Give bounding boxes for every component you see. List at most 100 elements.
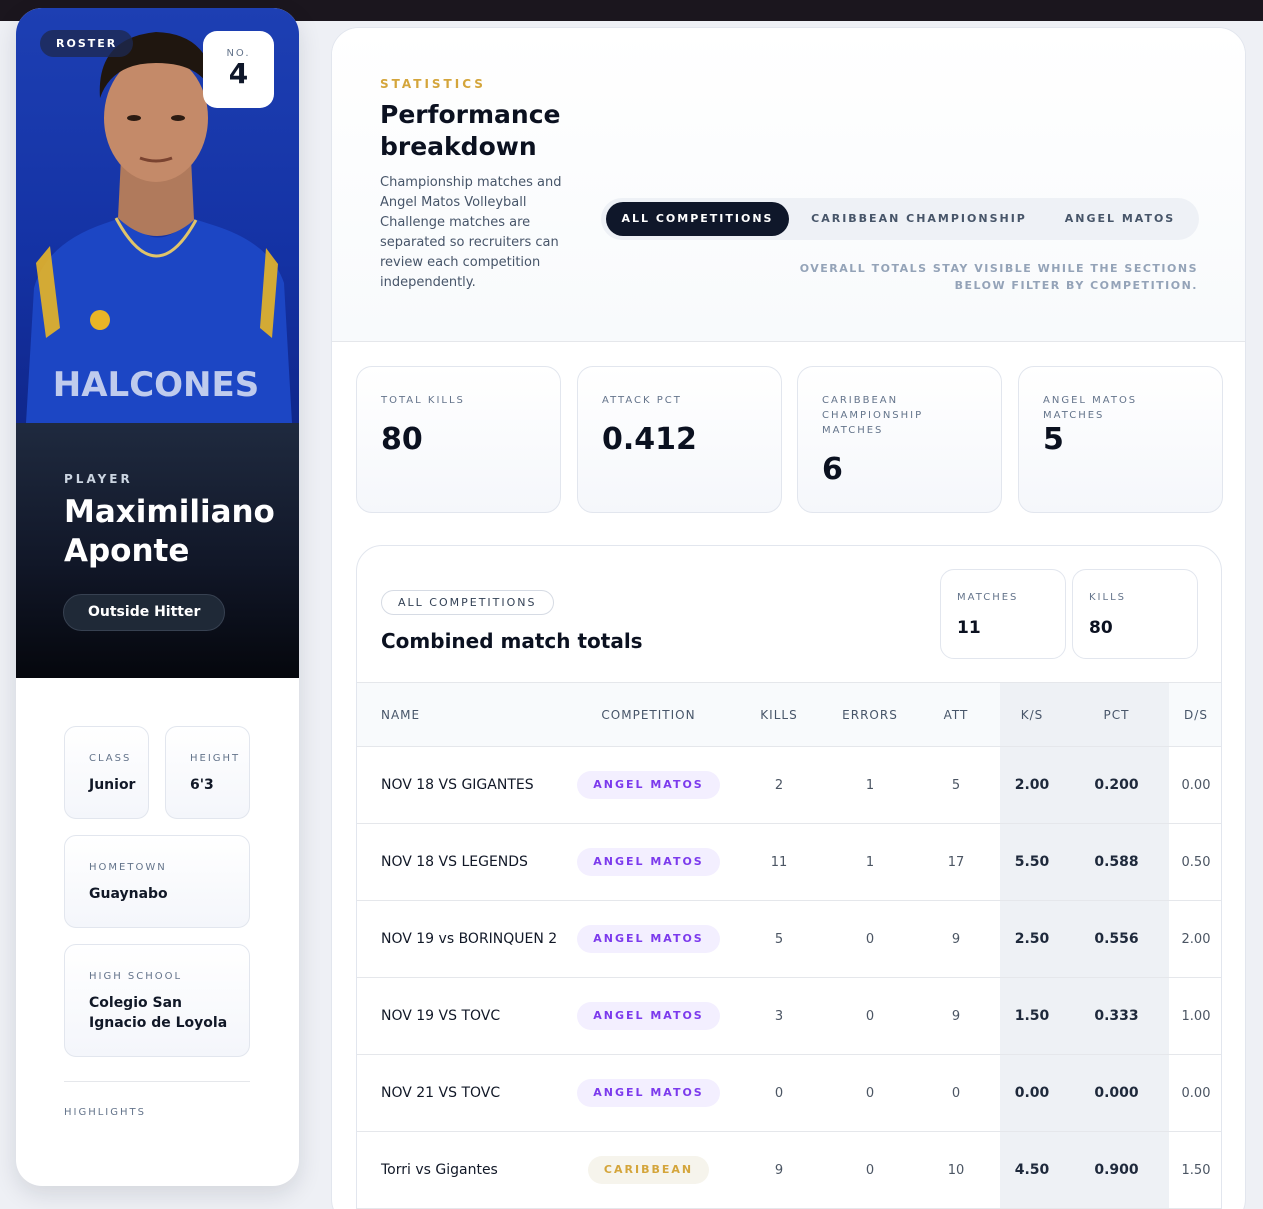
position-pill: Outside Hitter (63, 594, 226, 631)
player-name-block: PLAYER Maximiliano Aponte Outside Hitter (16, 423, 299, 678)
pct-cell: 0.588 (1064, 823, 1169, 901)
ds-cell: 1.50 (1169, 1131, 1221, 1209)
table-row: NOV 19 vs BORINQUEN 2 ANGEL MATOS 5 0 9 … (357, 900, 1221, 978)
tab-angel-matos[interactable]: ANGEL MATOS (1049, 202, 1191, 236)
ks-cell: 4.50 (1000, 1131, 1064, 1209)
stat-card-caribbean-matches: CARIBBEAN CHAMPIONSHIP MATCHES 6 (797, 366, 1002, 513)
high-school-label: HIGH SCHOOL (89, 971, 183, 982)
ds-cell: 0.00 (1169, 1054, 1221, 1132)
tab-note: OVERALL TOTALS STAY VISIBLE WHILE THE SE… (799, 262, 1198, 292)
hometown-value: Guaynabo (89, 886, 168, 902)
competition-badge: ANGEL MATOS (577, 848, 720, 876)
column-header-errors[interactable]: ERRORS (828, 682, 912, 747)
stat-card-attack-pct: ATTACK PCT 0.412 (577, 366, 782, 513)
kills-cell: 0 (730, 1054, 828, 1132)
tab-all-competitions[interactable]: ALL COMPETITIONS (606, 202, 789, 236)
highlights-label: HIGHLIGHTS (64, 1107, 146, 1118)
pct-cell: 0.333 (1064, 977, 1169, 1055)
player-name: Maximiliano Aponte (64, 494, 275, 569)
match-name: NOV 21 VS TOVC (357, 1054, 567, 1132)
role-kicker: PLAYER (64, 472, 133, 486)
match-name: NOV 19 VS TOVC (357, 977, 567, 1055)
jersey-number-badge: NO. 4 (203, 31, 274, 108)
pct-cell: 0.900 (1064, 1131, 1169, 1209)
statistics-kicker: STATISTICS (380, 77, 486, 91)
column-header-ds[interactable]: D/S (1169, 682, 1221, 747)
stat-card-label: TOTAL KILLS (381, 395, 465, 406)
class-value: Junior (89, 777, 136, 793)
ks-cell: 1.50 (1000, 977, 1064, 1055)
column-header-kills[interactable]: KILLS (730, 682, 828, 747)
kills-cell: 9 (730, 1131, 828, 1209)
svg-text:HALCONES: HALCONES (53, 365, 259, 405)
stat-card-value: 5 (1043, 422, 1064, 457)
stat-card-angel-matos-matches: ANGEL MATOS MATCHES 5 (1018, 366, 1223, 513)
competition-badge: ANGEL MATOS (577, 925, 720, 953)
column-header-competition[interactable]: COMPETITION (567, 682, 730, 747)
kills-cell: 11 (730, 823, 828, 901)
match-name: NOV 18 VS LEGENDS (357, 823, 567, 901)
matches-mini-stat: MATCHES 11 (940, 569, 1066, 659)
statistics-description: Championship matches and Angel Matos Vol… (380, 175, 562, 290)
kills-label: KILLS (1089, 592, 1126, 603)
hometown-label: HOMETOWN (89, 862, 167, 873)
att-cell: 9 (912, 900, 1000, 978)
ds-cell: 0.50 (1169, 823, 1221, 901)
competition-badge: ANGEL MATOS (577, 771, 720, 799)
competition-cell: ANGEL MATOS (567, 1054, 730, 1132)
att-cell: 9 (912, 977, 1000, 1055)
table-row: Torri vs Gigantes CARIBBEAN 9 0 10 4.50 … (357, 1131, 1221, 1209)
errors-cell: 0 (828, 1054, 912, 1132)
stat-card-label: ANGEL MATOS MATCHES (1043, 395, 1138, 421)
errors-cell: 0 (828, 977, 912, 1055)
matches-label: MATCHES (957, 592, 1019, 603)
matches-table: NAME COMPETITION KILLS ERRORS ATT K/S PC… (357, 682, 1221, 1209)
att-cell: 5 (912, 746, 1000, 824)
pct-cell: 0.556 (1064, 900, 1169, 978)
player-photo: HALCONES ROSTER NO. 4 (16, 8, 299, 423)
class-tile: CLASS Junior (64, 726, 149, 819)
high-school-value: Colegio San Ignacio de Loyola (89, 995, 228, 1031)
column-header-name[interactable]: NAME (357, 682, 567, 747)
competition-chip: ALL COMPETITIONS (381, 590, 554, 615)
competition-badge: ANGEL MATOS (577, 1079, 720, 1107)
column-header-pct[interactable]: PCT (1064, 682, 1169, 747)
table-row: NOV 19 VS TOVC ANGEL MATOS 3 0 9 1.50 0.… (357, 977, 1221, 1055)
competition-cell: ANGEL MATOS (567, 900, 730, 978)
stat-card-label: CARIBBEAN CHAMPIONSHIP MATCHES (822, 395, 924, 436)
column-header-ks[interactable]: K/S (1000, 682, 1064, 747)
ds-cell: 2.00 (1169, 900, 1221, 978)
att-cell: 0 (912, 1054, 1000, 1132)
competition-cell: ANGEL MATOS (567, 823, 730, 901)
stat-card-value: 80 (381, 422, 423, 457)
roster-badge: ROSTER (40, 30, 134, 57)
table-header-row: NAME COMPETITION KILLS ERRORS ATT K/S PC… (357, 682, 1221, 747)
stat-card-value: 0.412 (602, 422, 697, 457)
statistics-panel: STATISTICS Performance breakdown Champio… (331, 27, 1246, 1209)
stat-card-total-kills: TOTAL KILLS 80 (356, 366, 561, 513)
class-label: CLASS (89, 753, 132, 764)
competition-tabs: ALL COMPETITIONS CARIBBEAN CHAMPIONSHIP … (601, 198, 1199, 240)
tab-caribbean-championship[interactable]: CARIBBEAN CHAMPIONSHIP (801, 202, 1037, 236)
ds-cell: 1.00 (1169, 977, 1221, 1055)
competition-cell: ANGEL MATOS (567, 746, 730, 824)
pct-cell: 0.000 (1064, 1054, 1169, 1132)
table-row: NOV 18 VS LEGENDS ANGEL MATOS 11 1 17 5.… (357, 823, 1221, 901)
competition-badge: CARIBBEAN (587, 1156, 710, 1184)
kills-mini-stat: KILLS 80 (1072, 569, 1198, 659)
match-name: NOV 18 VS GIGANTES (357, 746, 567, 824)
errors-cell: 0 (828, 900, 912, 978)
player-card: HALCONES ROSTER NO. 4 PLAYER Maximiliano… (16, 8, 299, 1186)
height-tile: HEIGHT 6'3 (165, 726, 250, 819)
height-value: 6'3 (190, 777, 214, 793)
column-header-att[interactable]: ATT (912, 682, 1000, 747)
errors-cell: 0 (828, 1131, 912, 1209)
divider (64, 1081, 250, 1082)
errors-cell: 1 (828, 746, 912, 824)
att-cell: 17 (912, 823, 1000, 901)
pct-cell: 0.200 (1064, 746, 1169, 824)
kills-cell: 3 (730, 977, 828, 1055)
ks-cell: 2.50 (1000, 900, 1064, 978)
kills-value: 80 (1089, 618, 1113, 638)
height-label: HEIGHT (190, 753, 241, 764)
